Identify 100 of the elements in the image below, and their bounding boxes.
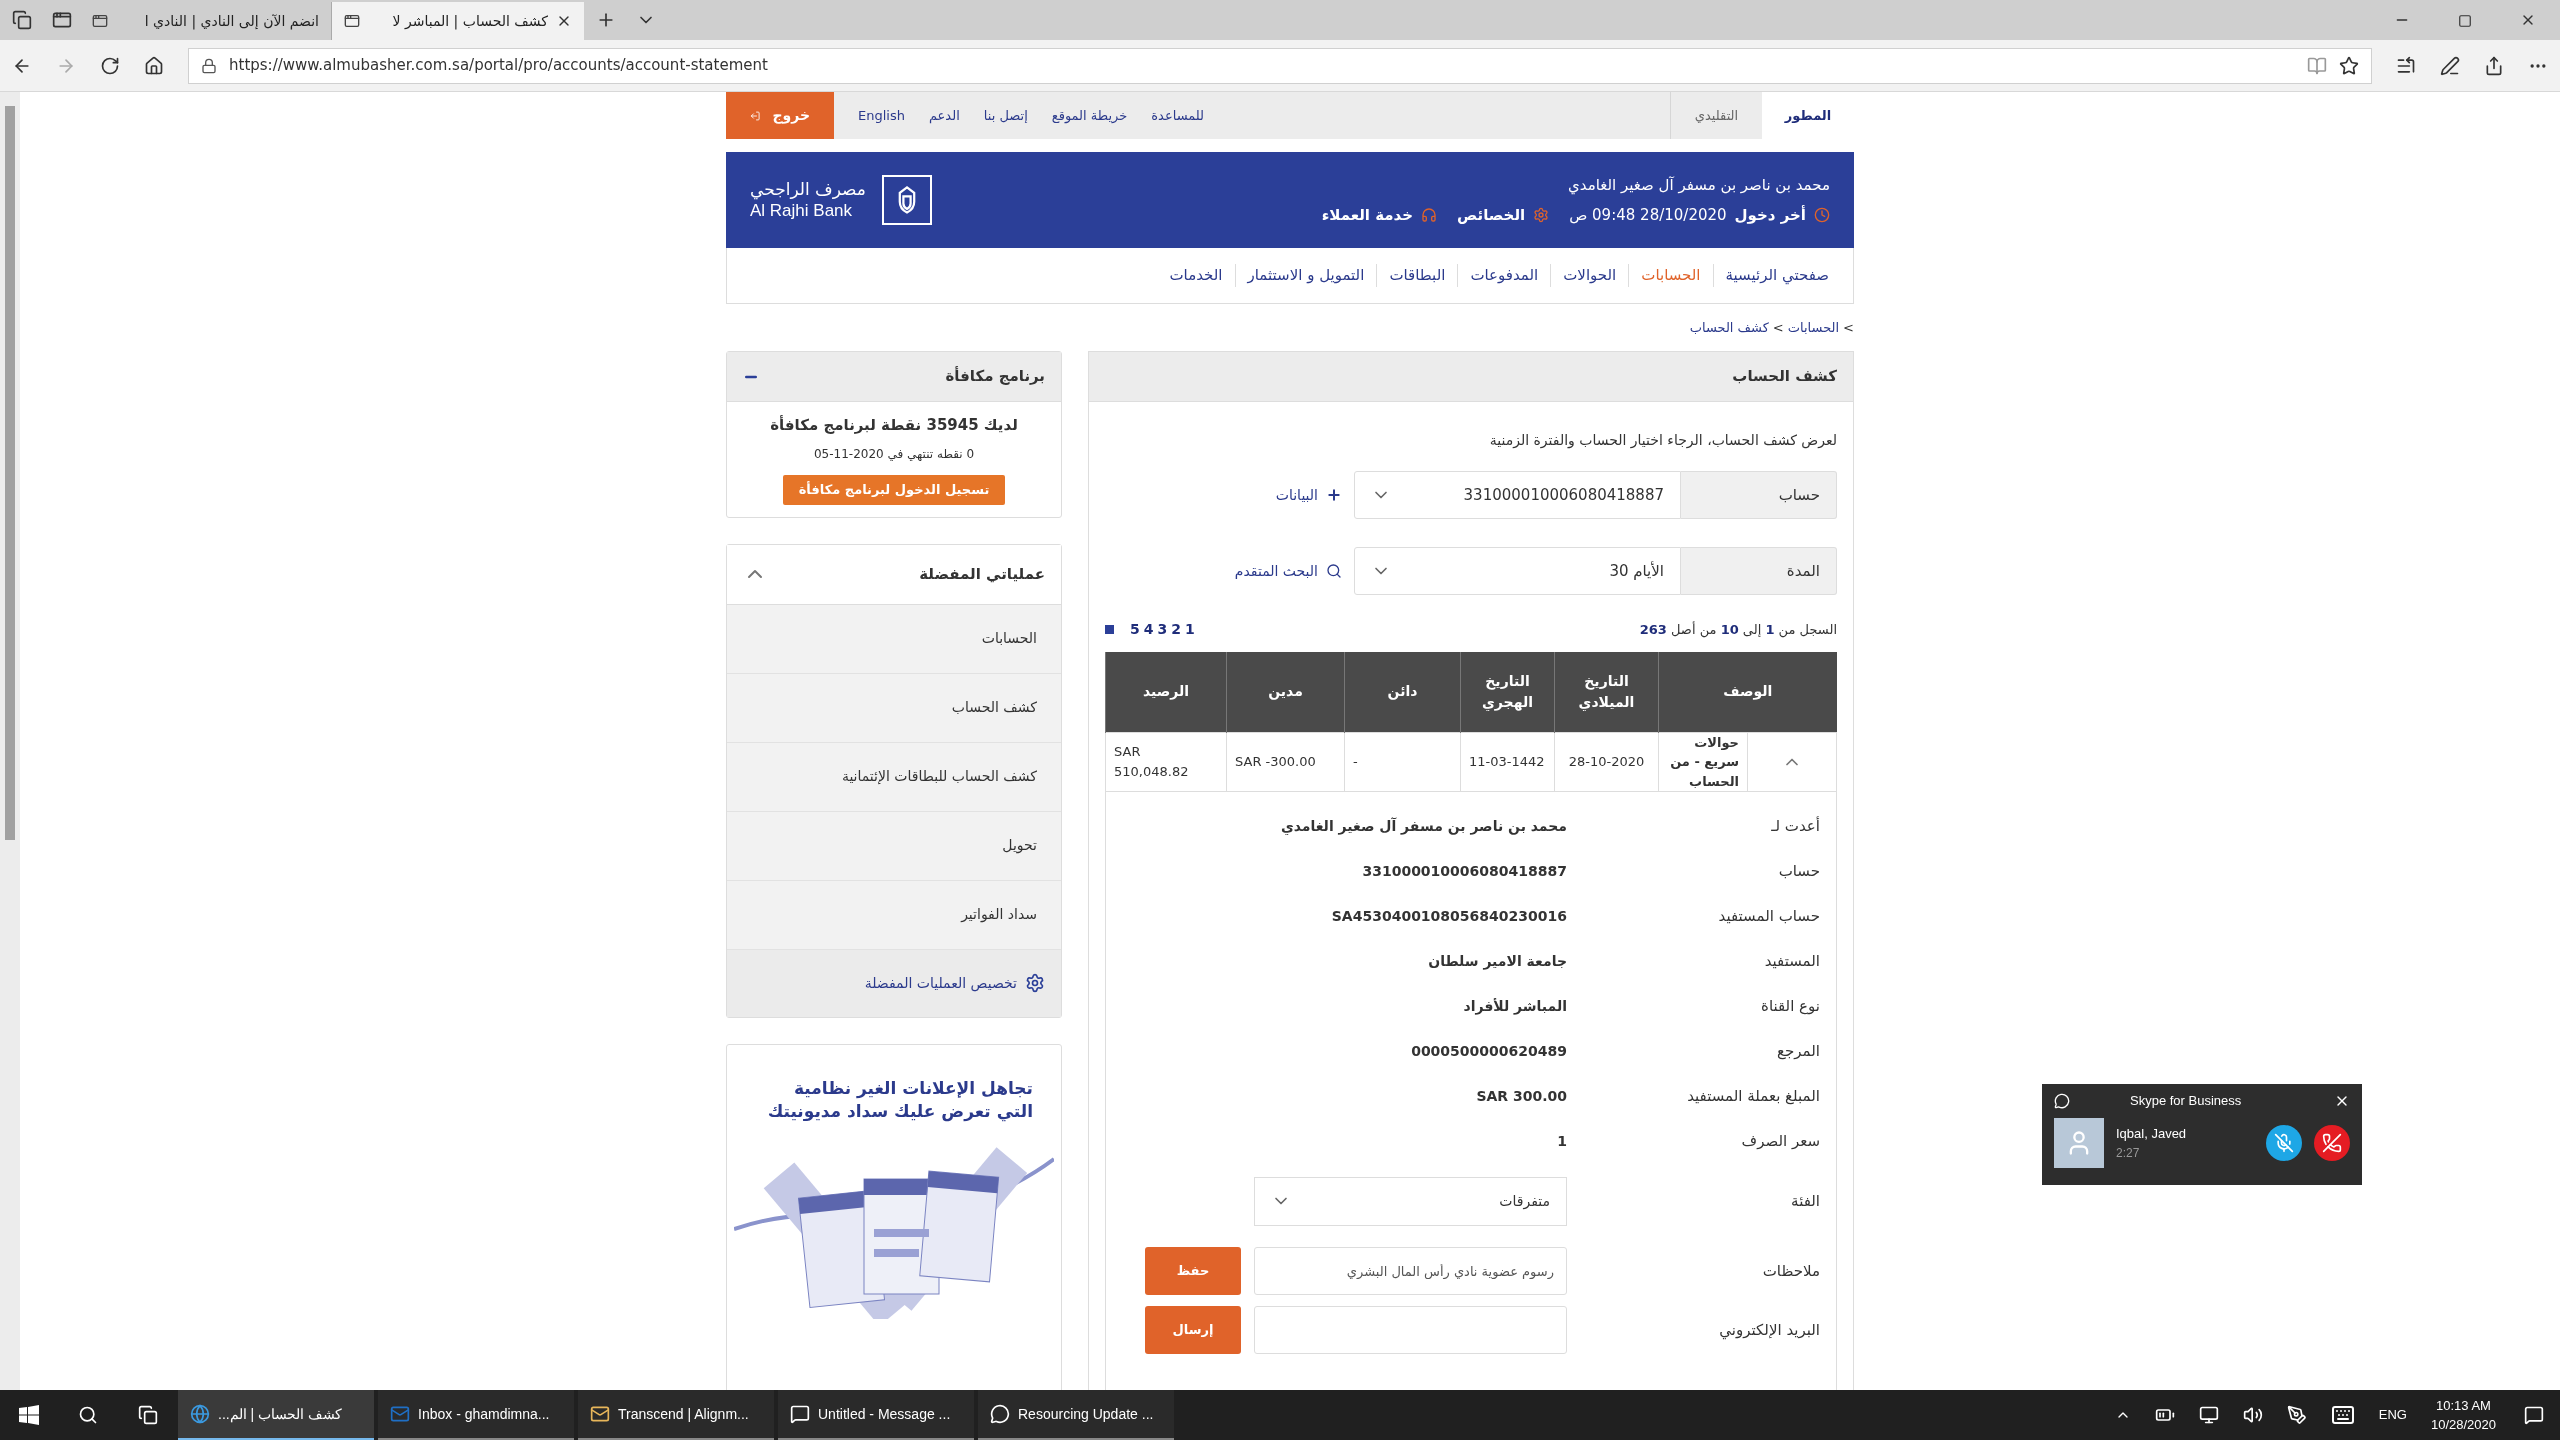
call-duration: 2:27 bbox=[2116, 1144, 2141, 1162]
page-link[interactable]: 1 bbox=[1185, 619, 1195, 640]
pen-icon[interactable] bbox=[2440, 55, 2460, 76]
gear-icon[interactable] bbox=[1025, 973, 1045, 993]
nav-item[interactable]: الحوالات bbox=[1551, 264, 1630, 287]
nav-item[interactable]: المدفوعات bbox=[1458, 264, 1552, 287]
mode-tab[interactable]: المطور bbox=[1762, 92, 1854, 139]
share-icon[interactable] bbox=[2484, 55, 2504, 76]
detail-label: المبلغ بعملة المستفيد bbox=[1686, 1086, 1820, 1108]
favorite-icon[interactable] bbox=[2339, 55, 2359, 76]
category-select[interactable]: متفرقات bbox=[1254, 1176, 1567, 1226]
refresh-icon[interactable] bbox=[100, 55, 120, 76]
taskbar-app[interactable]: Transcend | Alignm... bbox=[578, 1390, 774, 1440]
page-link[interactable]: 2 bbox=[1171, 619, 1181, 640]
table-cell: 11-03-1442 bbox=[1460, 732, 1555, 792]
save-button[interactable]: حفظ bbox=[1145, 1247, 1241, 1295]
panel-title: كشف الحساب bbox=[1732, 366, 1837, 388]
keyboard-icon[interactable] bbox=[2330, 1403, 2355, 1427]
volume-icon[interactable] bbox=[2242, 1405, 2263, 1425]
column-header: الوصف bbox=[1658, 652, 1837, 732]
scrollbar[interactable] bbox=[0, 92, 20, 1390]
favorites-list-icon[interactable] bbox=[2396, 55, 2416, 76]
settings-link[interactable]: الخصائص bbox=[1457, 204, 1526, 227]
support-link[interactable]: خدمة العملاء bbox=[1321, 204, 1414, 227]
popup-title: Skype for Business bbox=[2130, 1092, 2243, 1111]
column-header: الرصيد bbox=[1105, 652, 1227, 732]
top-link[interactable]: إتصل بنا bbox=[983, 105, 1028, 126]
search-icon bbox=[1326, 563, 1342, 579]
taskbar-app[interactable]: Inbox - ghamdimna... bbox=[378, 1390, 574, 1440]
envelope-icon bbox=[590, 1404, 610, 1424]
nav-item[interactable]: التمويل و الاستثمار bbox=[1235, 264, 1378, 287]
nav-item[interactable]: الحسابات bbox=[1629, 264, 1714, 287]
top-link[interactable]: خريطة الموقع bbox=[1051, 105, 1128, 126]
top-link[interactable]: الدعم bbox=[928, 105, 960, 126]
restore-icon[interactable] bbox=[2458, 14, 2472, 28]
table-cell: حوالات سريع - من الحساب bbox=[1658, 732, 1748, 792]
advanced-search-link[interactable]: البحث المتقدم bbox=[1234, 560, 1342, 582]
column-header: مدين bbox=[1226, 652, 1345, 732]
nav-item[interactable]: الخدمات bbox=[1157, 264, 1236, 287]
customize-link[interactable]: تخصيص العمليات المفضلة bbox=[864, 972, 1017, 994]
home-icon[interactable] bbox=[144, 55, 164, 76]
taskbar-app[interactable]: Resourcing Update ... bbox=[978, 1390, 1174, 1440]
detail-label: نوع القناة bbox=[1760, 996, 1820, 1018]
card-title: برنامج مكافأة bbox=[945, 365, 1045, 388]
tabs-aside-icon[interactable] bbox=[52, 10, 72, 30]
breadcrumb-item[interactable]: كشف الحساب bbox=[1689, 317, 1769, 338]
address-bar[interactable]: https://www.almubasher.com.sa/portal/pro/accounts/account-statement bbox=[188, 47, 2372, 84]
send-button[interactable]: إرسال bbox=[1145, 1306, 1241, 1354]
logout-button[interactable]: خروج bbox=[726, 92, 834, 139]
windows-start-icon[interactable] bbox=[19, 1405, 39, 1425]
table-cell: SAR 510,048.82 bbox=[1105, 732, 1227, 792]
detail-label: الفئة bbox=[1790, 1190, 1820, 1212]
top-link[interactable]: للمساعدة bbox=[1151, 105, 1204, 126]
table-cell: 28-10-2020 bbox=[1554, 732, 1659, 792]
detail-value: SA4530400108056840230016 bbox=[1331, 907, 1567, 926]
email-field[interactable] bbox=[1254, 1306, 1567, 1354]
nav-item[interactable]: البطاقات bbox=[1377, 264, 1459, 287]
caller-name: Iqbal, Javed bbox=[2116, 1125, 2188, 1144]
hang-up-button[interactable] bbox=[2314, 1125, 2350, 1161]
bank-name-arabic: مصرف الراجحي bbox=[750, 178, 866, 200]
favorite-item[interactable]: كشف الحساب bbox=[727, 673, 1061, 743]
user-name: محمد بن ناصر بن مسفر آل صغير الغامدي bbox=[1567, 174, 1830, 196]
favorite-item[interactable]: كشف الحساب للبطاقات الإئتمانية bbox=[727, 742, 1061, 812]
detail-value: المباشر للأفراد bbox=[1463, 997, 1567, 1017]
nav-item[interactable]: صفحتي الرئيسية bbox=[1713, 264, 1841, 287]
mic-off-icon bbox=[2274, 1133, 2294, 1153]
headphones-icon[interactable] bbox=[1421, 207, 1438, 224]
favorite-item[interactable]: تحويل bbox=[727, 811, 1061, 881]
tab-title: كشف الحساب | المباشر لا bbox=[392, 11, 548, 32]
detail-value: 1 bbox=[1557, 1132, 1567, 1151]
detail-label: أعدت لـ bbox=[1770, 815, 1820, 838]
pen-icon[interactable] bbox=[2286, 1405, 2307, 1425]
details-link[interactable]: البيانات bbox=[1275, 484, 1342, 506]
tab-preview-icon[interactable] bbox=[12, 10, 32, 30]
favorite-item[interactable]: الحسابات bbox=[727, 604, 1061, 674]
page-link[interactable]: 4 bbox=[1143, 619, 1154, 640]
clock[interactable]: 10:13 AM 10/28/2020 bbox=[2430, 1395, 2496, 1435]
column-header: التاريخ الميلادي bbox=[1554, 652, 1659, 732]
favorite-item[interactable]: سداد الفواتير bbox=[727, 880, 1061, 950]
taskbar-app[interactable]: Untitled - Message ... bbox=[778, 1390, 974, 1440]
top-link[interactable]: English bbox=[858, 105, 905, 126]
search-icon[interactable] bbox=[78, 1405, 98, 1425]
task-view-icon[interactable] bbox=[138, 1405, 158, 1425]
page-link[interactable]: 5 bbox=[1130, 619, 1140, 640]
bank-name-english: Al Rajhi Bank bbox=[750, 200, 853, 222]
notifications-icon[interactable] bbox=[2524, 1405, 2544, 1425]
mode-tab[interactable]: التقليدي bbox=[1670, 92, 1762, 139]
breadcrumb-item[interactable]: الحسابات bbox=[1787, 317, 1840, 338]
language-indicator[interactable]: ENG bbox=[2378, 1405, 2407, 1425]
detail-label: ملاحظات bbox=[1761, 1260, 1820, 1282]
scrollbar-thumb[interactable] bbox=[5, 106, 15, 840]
page-link[interactable]: 3 bbox=[1157, 619, 1168, 640]
detail-label: البريد الإلكتروني bbox=[1718, 1319, 1820, 1342]
account-select[interactable]: 331000010006080418887 bbox=[1354, 471, 1681, 519]
reading-view-icon[interactable] bbox=[2307, 55, 2327, 76]
mute-button[interactable] bbox=[2266, 1125, 2302, 1161]
taskbar-app[interactable]: كشف الحساب | الم... bbox=[178, 1390, 374, 1440]
period-select[interactable]: الأيام 30 bbox=[1354, 547, 1681, 595]
url-text: https://www.almubasher.com.sa/portal/pro/accounts/account-statement bbox=[229, 55, 769, 77]
browser-tab[interactable]: كشف الحساب | المباشر لا bbox=[332, 2, 584, 40]
